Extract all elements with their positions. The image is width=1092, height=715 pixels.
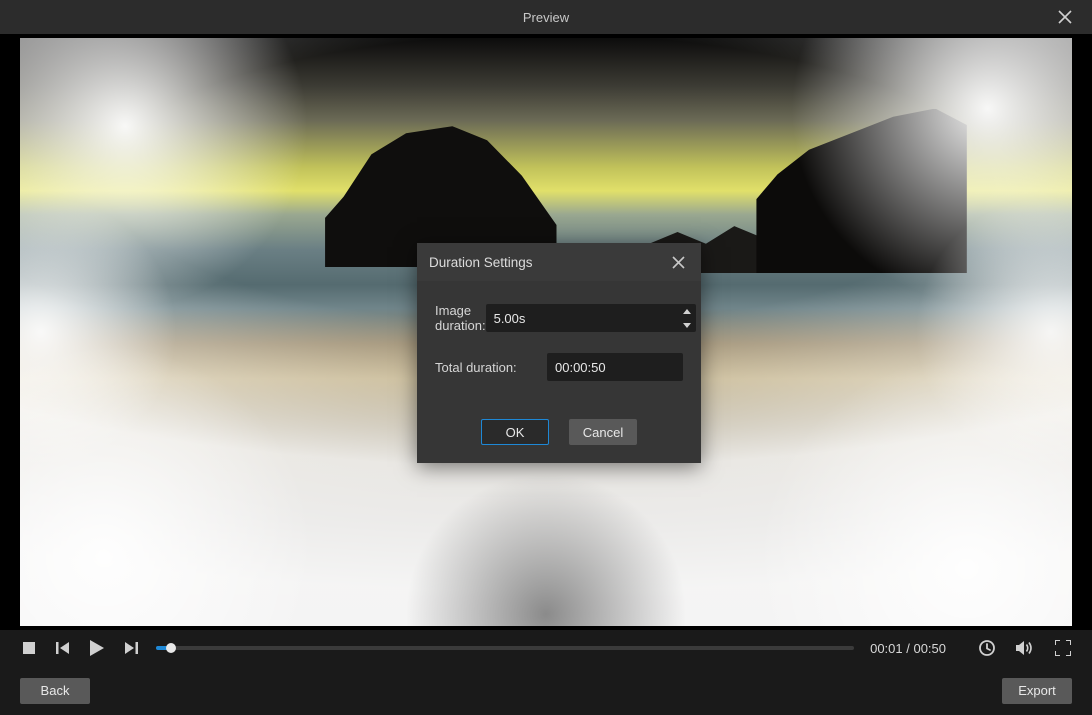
image-duration-stepper (678, 304, 696, 332)
progress-bar[interactable] (156, 646, 854, 650)
clock-icon (979, 640, 995, 656)
image-duration-field[interactable] (486, 304, 696, 332)
fullscreen-button[interactable] (1054, 639, 1072, 657)
step-back-icon (56, 642, 70, 654)
play-button[interactable] (88, 639, 106, 657)
play-icon (90, 640, 104, 656)
export-button-label: Export (1018, 683, 1056, 698)
total-duration-row: Total duration: 00:00:50 (435, 353, 683, 381)
player-controls: 00:01 / 00:50 (0, 630, 1092, 666)
volume-button[interactable] (1016, 639, 1034, 657)
dialog-header: Duration Settings (417, 243, 701, 281)
window-close-button[interactable] (1048, 0, 1082, 34)
ok-button-label: OK (506, 425, 525, 440)
preview-canvas: Duration Settings Image duration: (20, 38, 1072, 626)
image-duration-label: Image duration: (435, 303, 486, 333)
chevron-down-icon (683, 323, 691, 328)
step-forward-icon (124, 642, 138, 654)
stop-icon (23, 642, 35, 654)
chevron-up-icon (683, 309, 691, 314)
window-titlebar: Preview (0, 0, 1092, 34)
back-button-label: Back (41, 683, 70, 698)
ok-button[interactable]: OK (481, 419, 549, 445)
total-duration-label: Total duration: (435, 360, 547, 375)
preview-area: Duration Settings Image duration: (0, 34, 1092, 630)
total-duration-value: 00:00:50 (555, 360, 606, 375)
dialog-footer: OK Cancel (417, 407, 701, 463)
progress-thumb[interactable] (166, 643, 176, 653)
dialog-body: Image duration: T (417, 281, 701, 407)
total-duration-field[interactable]: 00:00:50 (547, 353, 683, 381)
footer-bar: Back Export (0, 666, 1092, 715)
volume-icon (1016, 640, 1034, 656)
close-icon (1058, 10, 1072, 24)
cancel-button-label: Cancel (583, 425, 623, 440)
cancel-button[interactable]: Cancel (569, 419, 637, 445)
stepper-down-button[interactable] (678, 318, 696, 332)
window-title: Preview (523, 10, 569, 25)
dialog-title: Duration Settings (429, 255, 533, 270)
scene-rock-right (756, 109, 966, 274)
player-right-icons (978, 639, 1072, 657)
image-duration-input[interactable] (486, 304, 678, 332)
stepper-up-button[interactable] (678, 304, 696, 318)
fullscreen-icon (1055, 640, 1071, 656)
time-display: 00:01 / 00:50 (870, 641, 946, 656)
next-frame-button[interactable] (122, 639, 140, 657)
close-icon (672, 256, 685, 269)
back-button[interactable]: Back (20, 678, 90, 704)
duration-settings-dialog: Duration Settings Image duration: (417, 243, 701, 463)
dialog-close-button[interactable] (667, 251, 689, 273)
image-duration-row: Image duration: (435, 303, 683, 333)
prev-frame-button[interactable] (54, 639, 72, 657)
duration-settings-button[interactable] (978, 639, 996, 657)
export-button[interactable]: Export (1002, 678, 1072, 704)
stop-button[interactable] (20, 639, 38, 657)
